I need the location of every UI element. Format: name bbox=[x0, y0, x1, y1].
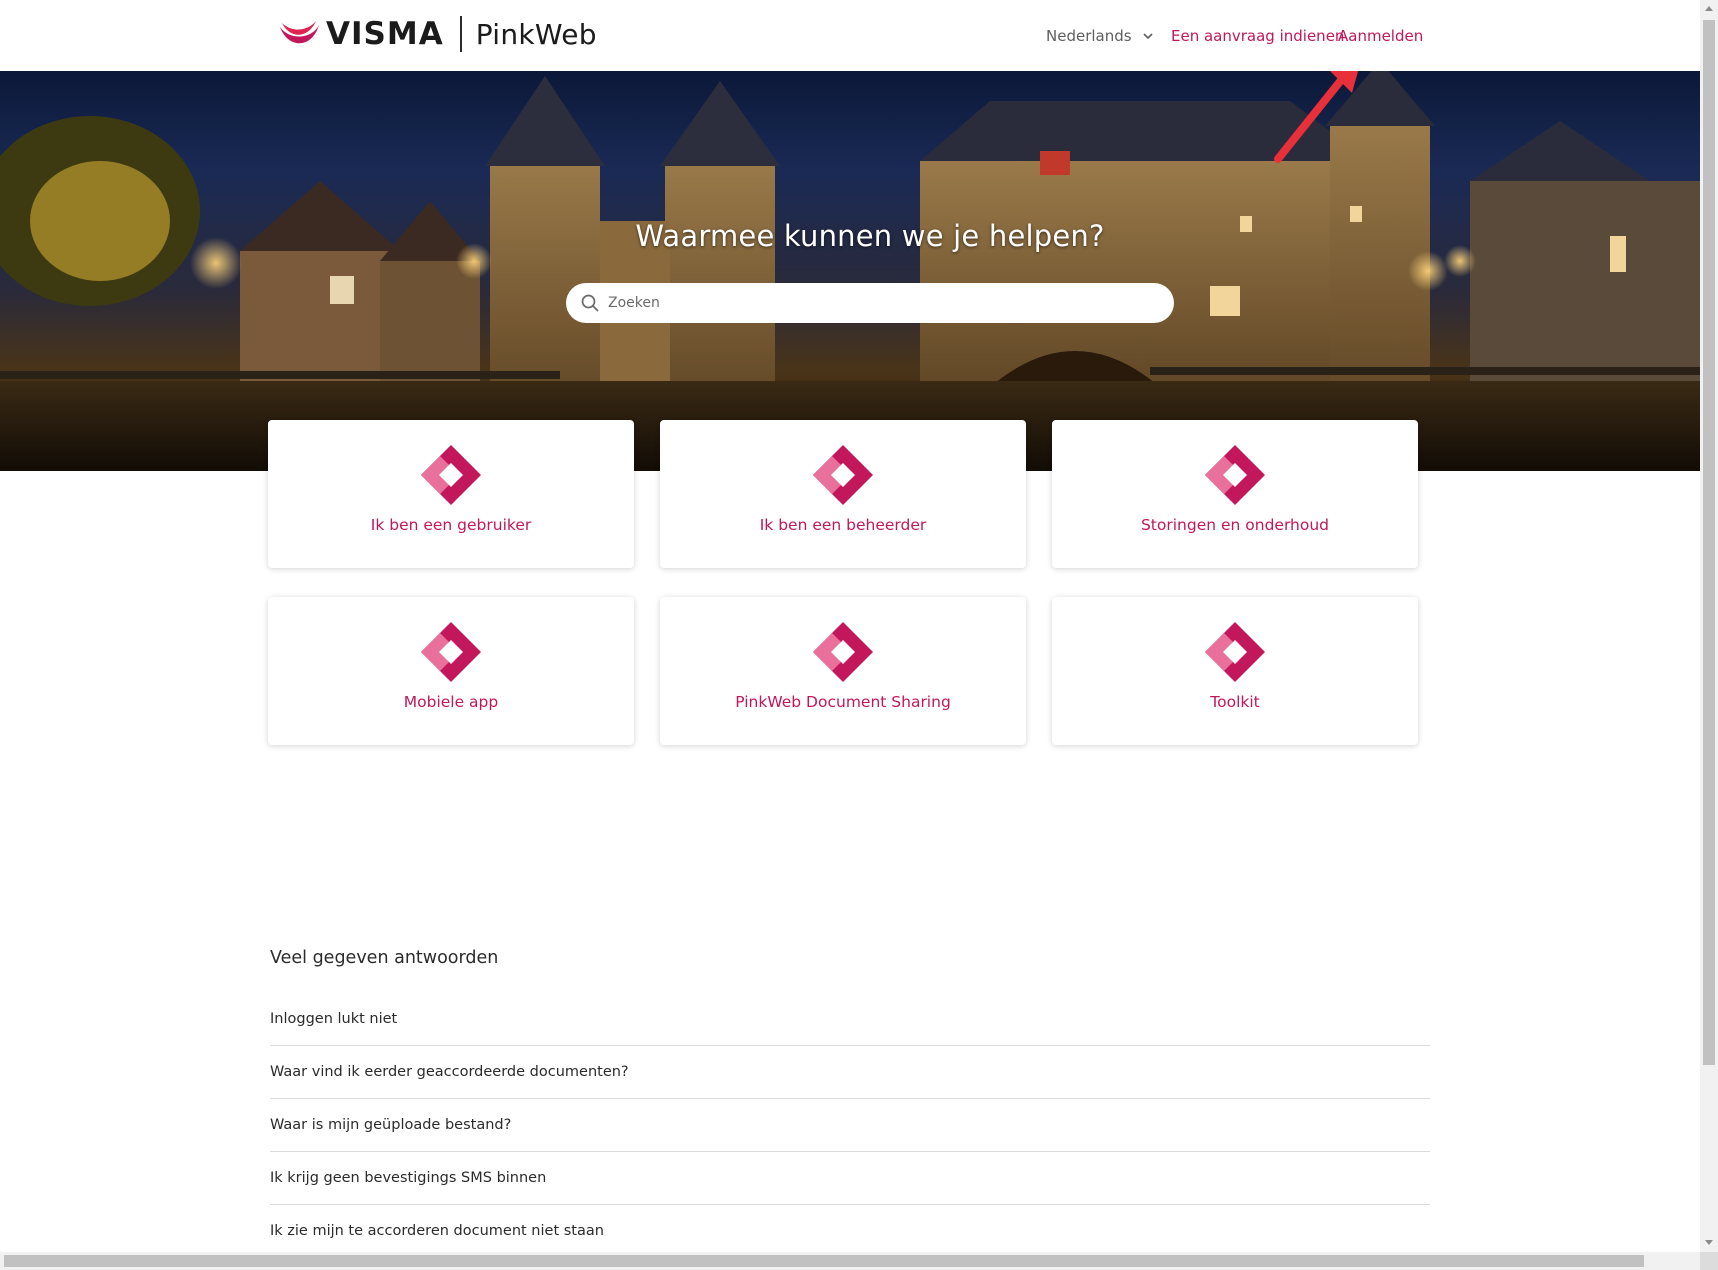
card-label: Ik ben een gebruiker bbox=[370, 516, 532, 534]
card-label: Ik ben een beheerder bbox=[759, 516, 927, 534]
search-icon bbox=[581, 294, 599, 312]
card-label: Toolkit bbox=[1210, 693, 1260, 711]
category-card-document-sharing[interactable]: PinkWeb Document Sharing bbox=[660, 597, 1026, 745]
pinkweb-diamond-icon bbox=[421, 622, 481, 682]
search-input[interactable] bbox=[606, 284, 1150, 322]
category-card-user[interactable]: Ik ben een gebruiker bbox=[268, 420, 634, 568]
card-label: PinkWeb Document Sharing bbox=[735, 693, 951, 711]
visma-pinkweb-logo[interactable]: VISMA PinkWeb bbox=[278, 14, 597, 54]
pinkweb-diamond-icon bbox=[813, 622, 873, 682]
pinkweb-diamond-icon bbox=[813, 445, 873, 505]
pinkweb-diamond-icon bbox=[421, 445, 481, 505]
category-card-toolkit[interactable]: Toolkit bbox=[1052, 597, 1418, 745]
hero-title: Waarmee kunnen we je helpen? bbox=[635, 219, 1105, 253]
pinkweb-diamond-icon bbox=[1205, 622, 1265, 682]
search-bar[interactable] bbox=[566, 283, 1174, 323]
logo-divider bbox=[459, 16, 462, 52]
faq-link[interactable]: Waar vind ik eerder geaccordeerde docume… bbox=[270, 1046, 1430, 1099]
brand-name: VISMA bbox=[326, 16, 444, 52]
site-header: VISMA PinkWeb Nederlands Een aanvraag in… bbox=[0, 0, 1700, 71]
scrollbar-corner bbox=[1700, 1252, 1718, 1270]
faq-list: Inloggen lukt niet Waar vind ik eerder g… bbox=[270, 993, 1430, 1258]
vertical-scrollbar-thumb[interactable] bbox=[1703, 20, 1715, 1065]
sign-in-link[interactable]: Aanmelden bbox=[1338, 25, 1423, 47]
horizontal-scrollbar-thumb[interactable] bbox=[4, 1255, 1644, 1267]
faq-link[interactable]: Ik krijg geen bevestigings SMS binnen bbox=[270, 1152, 1430, 1205]
faq-link[interactable]: Inloggen lukt niet bbox=[270, 993, 1430, 1046]
card-label: Mobiele app bbox=[403, 693, 499, 711]
horizontal-scrollbar[interactable] bbox=[0, 1252, 1700, 1270]
visma-logo-icon bbox=[280, 21, 319, 44]
scroll-up-arrow-icon[interactable] bbox=[1705, 6, 1713, 11]
card-label: Storingen en onderhoud bbox=[1140, 516, 1330, 534]
category-card-outages[interactable]: Storingen en onderhoud bbox=[1052, 420, 1418, 568]
hero-banner: Waarmee kunnen we je helpen? bbox=[0, 71, 1700, 471]
faq-heading: Veel gegeven antwoorden bbox=[270, 948, 499, 968]
language-label: Nederlands bbox=[1046, 27, 1132, 45]
product-name: PinkWeb bbox=[475, 17, 597, 51]
chevron-down-icon bbox=[1143, 33, 1153, 40]
category-card-admin[interactable]: Ik ben een beheerder bbox=[660, 420, 1026, 568]
category-card-mobile-app[interactable]: Mobiele app bbox=[268, 597, 634, 745]
language-selector[interactable]: Nederlands bbox=[1046, 25, 1154, 47]
submit-request-link[interactable]: Een aanvraag indienen bbox=[1171, 25, 1344, 47]
hero-background-image bbox=[0, 71, 1700, 471]
faq-link[interactable]: Ik zie mijn te accorderen document niet … bbox=[270, 1205, 1430, 1258]
scroll-down-arrow-icon[interactable] bbox=[1705, 1240, 1713, 1245]
pinkweb-diamond-icon bbox=[1205, 445, 1265, 505]
vertical-scrollbar[interactable] bbox=[1700, 0, 1718, 1252]
faq-link[interactable]: Waar is mijn geüploade bestand? bbox=[270, 1099, 1430, 1152]
